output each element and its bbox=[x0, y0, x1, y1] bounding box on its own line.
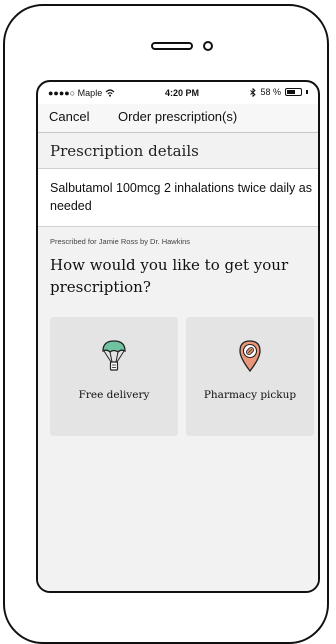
free-delivery-option[interactable]: Free delivery bbox=[50, 317, 178, 436]
section-title: Prescription details bbox=[50, 142, 199, 160]
carrier-signal: ●●●●○ Maple bbox=[48, 88, 115, 98]
status-time: 4:20 PM bbox=[165, 88, 200, 98]
bluetooth-icon bbox=[250, 87, 257, 97]
battery-icon bbox=[285, 88, 302, 96]
app-screen: ●●●●○ Maple 4:20 PM 58 % Cancel Order pr… bbox=[36, 80, 320, 593]
nav-title: Order prescription(s) bbox=[118, 109, 238, 124]
battery-tip bbox=[306, 90, 308, 94]
prescription-details-header: Prescription details bbox=[38, 133, 318, 169]
cancel-button[interactable]: Cancel bbox=[49, 109, 89, 124]
phone-camera bbox=[203, 41, 213, 51]
battery-percent: 58 % bbox=[260, 87, 281, 97]
battery-fill bbox=[287, 90, 295, 94]
status-bar: ●●●●○ Maple 4:20 PM 58 % bbox=[38, 82, 318, 104]
parachute-delivery-icon bbox=[102, 340, 126, 371]
pharmacy-pickup-option[interactable]: Pharmacy pickup bbox=[186, 317, 314, 436]
nav-bar: Cancel Order prescription(s) bbox=[38, 104, 318, 133]
delivery-question: How would you like to get your prescript… bbox=[50, 256, 289, 296]
medication-instructions: Salbutamol 100mcg 2 inhalations twice da… bbox=[50, 181, 312, 213]
pharmacy-pickup-label: Pharmacy pickup bbox=[203, 389, 297, 401]
phone-speaker bbox=[151, 42, 193, 50]
carrier-label: ●●●●○ Maple bbox=[48, 88, 103, 98]
prescribed-by-note: Prescribed for Jamie Ross by Dr. Hawkins bbox=[50, 237, 191, 246]
wifi-icon bbox=[105, 89, 115, 97]
map-pin-pill-icon bbox=[239, 340, 261, 373]
free-delivery-label: Free delivery bbox=[78, 389, 150, 401]
status-right: 58 % bbox=[250, 87, 308, 97]
